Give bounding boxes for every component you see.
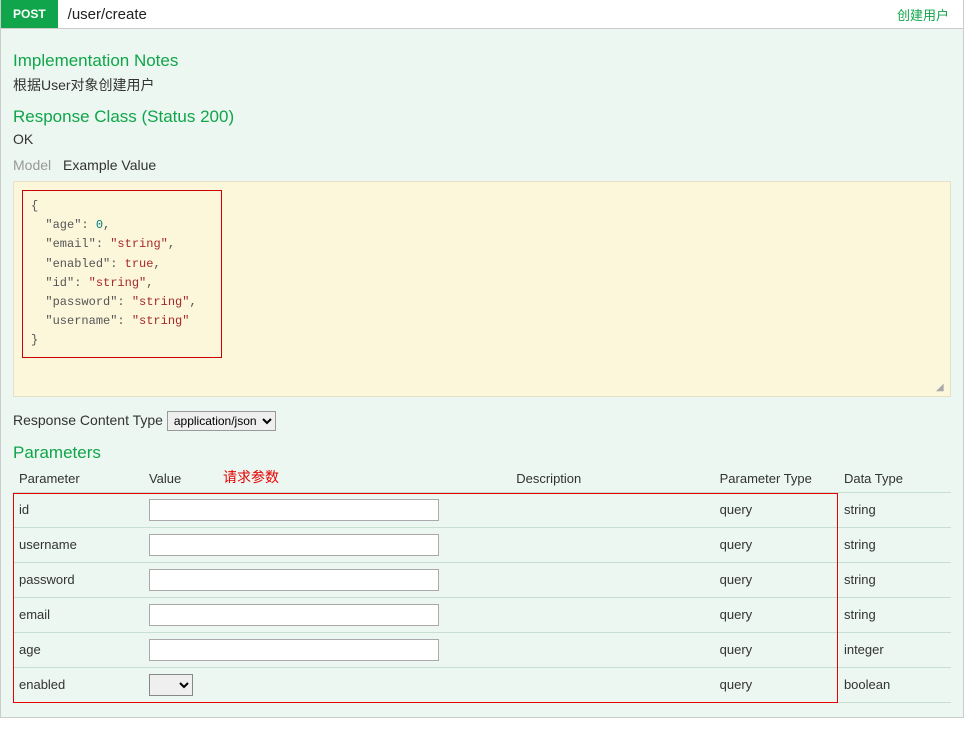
table-row: enabled queryboolean bbox=[13, 667, 951, 702]
param-name-cell: id bbox=[13, 492, 143, 527]
param-data-type-cell: string bbox=[838, 597, 951, 632]
param-value-input[interactable] bbox=[149, 604, 439, 626]
param-type-cell: query bbox=[714, 492, 838, 527]
implementation-notes-heading: Implementation Notes bbox=[13, 51, 951, 71]
param-name-cell: age bbox=[13, 632, 143, 667]
param-value-input[interactable] bbox=[149, 639, 439, 661]
param-value-cell bbox=[143, 492, 510, 527]
col-header-value: Value bbox=[143, 465, 510, 493]
operation-summary: 创建用户 bbox=[897, 5, 963, 24]
parameters-heading: Parameters bbox=[13, 443, 951, 463]
resize-handle-icon[interactable]: ◢ bbox=[936, 382, 948, 394]
col-header-data-type: Data Type bbox=[838, 465, 951, 493]
param-value-cell bbox=[143, 667, 510, 702]
param-value-input[interactable] bbox=[149, 569, 439, 591]
param-type-cell: query bbox=[714, 527, 838, 562]
col-header-parameter-type: Parameter Type bbox=[714, 465, 838, 493]
parameters-table: Parameter Value Description Parameter Ty… bbox=[13, 465, 951, 703]
param-description-cell bbox=[510, 527, 713, 562]
param-type-cell: query bbox=[714, 562, 838, 597]
col-header-description: Description bbox=[510, 465, 713, 493]
implementation-notes-text: 根据User对象创建用户 bbox=[13, 75, 951, 95]
response-status-text: OK bbox=[13, 131, 951, 147]
param-value-cell bbox=[143, 597, 510, 632]
table-row: id querystring bbox=[13, 492, 951, 527]
param-description-cell bbox=[510, 562, 713, 597]
param-value-cell bbox=[143, 632, 510, 667]
response-content-type-row: Response Content Type application/json bbox=[13, 411, 951, 431]
param-name-cell: password bbox=[13, 562, 143, 597]
param-description-cell bbox=[510, 667, 713, 702]
param-name-cell: enabled bbox=[13, 667, 143, 702]
param-value-cell bbox=[143, 562, 510, 597]
response-tabs: Model Example Value bbox=[13, 157, 951, 173]
operation-header[interactable]: POST /user/create 创建用户 bbox=[1, 0, 963, 29]
param-data-type-cell: integer bbox=[838, 632, 951, 667]
param-type-cell: query bbox=[714, 597, 838, 632]
operation-content: Implementation Notes 根据User对象创建用户 Respon… bbox=[1, 29, 963, 717]
param-value-cell bbox=[143, 527, 510, 562]
param-data-type-cell: string bbox=[838, 527, 951, 562]
param-data-type-cell: boolean bbox=[838, 667, 951, 702]
table-row: password querystring bbox=[13, 562, 951, 597]
response-content-type-select[interactable]: application/json bbox=[167, 411, 276, 431]
param-type-cell: query bbox=[714, 667, 838, 702]
param-name-cell: username bbox=[13, 527, 143, 562]
param-description-cell bbox=[510, 492, 713, 527]
tab-example-value[interactable]: Example Value bbox=[63, 157, 156, 173]
tab-model[interactable]: Model bbox=[13, 157, 51, 173]
endpoint-path: /user/create bbox=[66, 6, 897, 23]
example-value-panel: { "age": 0, "email": "string", "enabled"… bbox=[13, 181, 951, 397]
http-method-badge: POST bbox=[1, 0, 58, 28]
param-data-type-cell: string bbox=[838, 492, 951, 527]
example-json[interactable]: { "age": 0, "email": "string", "enabled"… bbox=[22, 190, 222, 358]
col-header-parameter: Parameter bbox=[13, 465, 143, 493]
param-value-input[interactable] bbox=[149, 499, 439, 521]
param-data-type-cell: string bbox=[838, 562, 951, 597]
param-description-cell bbox=[510, 597, 713, 632]
param-type-cell: query bbox=[714, 632, 838, 667]
param-value-select[interactable] bbox=[149, 674, 193, 696]
table-row: username querystring bbox=[13, 527, 951, 562]
param-name-cell: email bbox=[13, 597, 143, 632]
param-value-input[interactable] bbox=[149, 534, 439, 556]
table-row: age queryinteger bbox=[13, 632, 951, 667]
table-row: email querystring bbox=[13, 597, 951, 632]
response-class-heading: Response Class (Status 200) bbox=[13, 107, 951, 127]
response-content-type-label: Response Content Type bbox=[13, 412, 163, 428]
param-description-cell bbox=[510, 632, 713, 667]
